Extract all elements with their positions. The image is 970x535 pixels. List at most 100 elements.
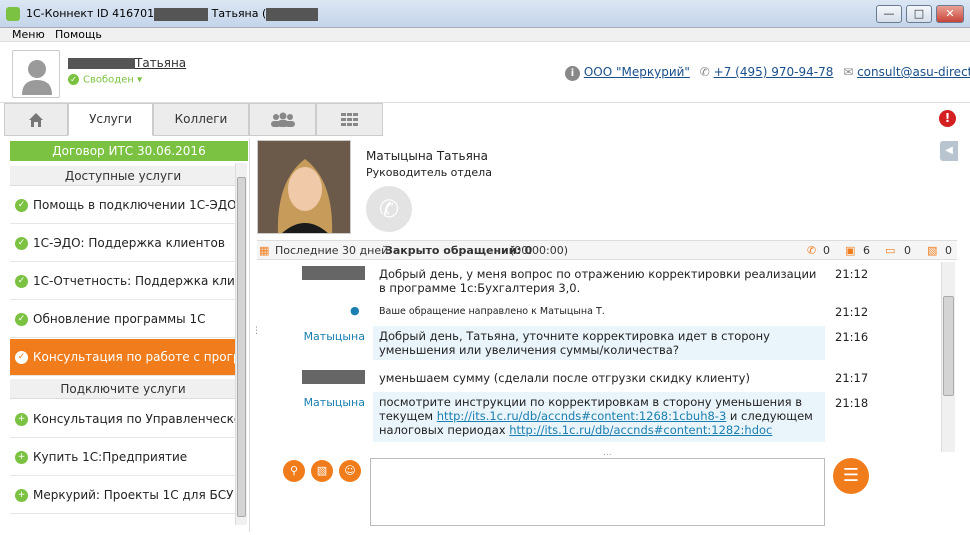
chat-icon: ▣ — [845, 244, 856, 257]
menu-bar: Меню Помощь — [0, 28, 970, 42]
service-label: 1С-ЭДО: Поддержка клиентов — [33, 236, 225, 250]
services-panel: Договор ИТС 30.06.2016 Доступные услуги … — [4, 138, 250, 532]
message-sender: Матыцына — [303, 330, 365, 343]
user-icon — [22, 60, 52, 95]
message-time: 21:12 — [835, 305, 869, 319]
save-icon: ▧ — [927, 244, 938, 257]
call-button[interactable]: ✆ — [366, 186, 412, 232]
operator-photo — [257, 140, 351, 234]
tab-apps[interactable] — [316, 103, 383, 136]
message-text: Ваше обращение направлено к Матыцына Т. — [379, 306, 605, 317]
message-input[interactable] — [370, 458, 825, 526]
stats-bar: ▦ Последние 30 дней Закрыто обращений: 0… — [257, 240, 957, 260]
home-icon — [29, 112, 43, 127]
status-selector[interactable]: ✓ Свободен ▾ — [68, 74, 142, 86]
redacted-sender — [302, 266, 365, 280]
menu-item-menu[interactable]: Меню — [12, 28, 45, 41]
contacts-row: i ООО "Меркурий" ✆ +7 (495) 970-94-78 ✉ … — [565, 65, 970, 81]
message-sender: Матыцына — [303, 396, 365, 409]
chat-panel: Матыцына Татьяна Руководитель отдела ✆ ◀… — [257, 138, 970, 532]
menu-item-help[interactable]: Помощь — [55, 28, 102, 41]
scrollbar-thumb[interactable] — [237, 177, 246, 517]
grid-icon — [340, 112, 358, 126]
stats-screen: 0 — [904, 244, 911, 257]
connect-service-item[interactable]: + Консультация по Управленческо — [10, 401, 236, 438]
services-scrollbar[interactable] — [235, 163, 247, 525]
check-icon: ✓ — [68, 74, 79, 85]
chat-message: Матыцына Добрый день, Татьяна, уточните … — [257, 326, 937, 362]
close-button[interactable]: ✕ — [936, 5, 964, 23]
chat-message: Матыцына посмотрите инструкции по коррек… — [257, 392, 937, 444]
window-title: 1С-Коннект ID 416701 Татьяна ( — [26, 7, 319, 21]
message-link[interactable]: http://its.1c.ru/db/accnds#content:1268:… — [437, 409, 727, 423]
search-icon[interactable]: ⚲ — [283, 460, 305, 482]
message-link[interactable]: http://its.1c.ru/db/accnds#content:1282:… — [509, 423, 772, 437]
message-text: посмотрите инструкции по корректировкам … — [373, 392, 825, 442]
phone-icon: ✆ — [807, 244, 817, 257]
service-item[interactable]: ✓ 1С-ЭДО: Поддержка клиентов — [10, 225, 236, 262]
resize-handle[interactable]: ... — [603, 448, 612, 458]
message-text: уменьшаем сумму (сделали после отгрузки … — [379, 371, 750, 385]
operator-photo-image — [258, 141, 350, 233]
info-icon: i — [565, 66, 580, 81]
user-name[interactable]: Татьяна — [135, 56, 186, 70]
service-label: Помощь в подключении 1С-ЭДО — [33, 198, 236, 212]
send-message-button[interactable]: ☰ — [833, 458, 869, 494]
plus-icon: + — [15, 413, 28, 426]
window-title-name: Татьяна — [211, 7, 259, 20]
service-item[interactable]: ✓ Обновление программы 1С — [10, 301, 236, 338]
user-header: Татьяна ✓ Свободен ▾ i ООО "Меркурий" ✆ +… — [0, 43, 970, 103]
company-link[interactable]: ООО "Меркурий" — [584, 65, 690, 79]
service-item[interactable]: ✓ Помощь в подключении 1С-ЭДО — [10, 187, 236, 224]
email-link[interactable]: consult@asu-direct.ru — [857, 65, 970, 79]
user-name-row: Татьяна — [68, 56, 186, 70]
phone-icon: ✆ — [699, 65, 710, 79]
avatar[interactable] — [12, 50, 60, 98]
alert-icon[interactable]: ! — [939, 110, 956, 127]
tab-services[interactable]: Услуги — [68, 103, 153, 136]
service-label: Консультация по Управленческо — [33, 412, 236, 426]
user-icon: ● — [350, 304, 360, 317]
chat-scrollbar[interactable] — [941, 262, 955, 452]
service-label: Обновление программы 1С — [33, 312, 206, 326]
tab-groups[interactable] — [249, 103, 316, 136]
collapse-panel-button[interactable]: ◀ — [940, 141, 958, 161]
message-time: 21:18 — [835, 396, 869, 410]
phone-link[interactable]: +7 (495) 970-94-78 — [714, 65, 834, 79]
stats-chats: 6 — [863, 244, 870, 257]
title-bar: 1С-Коннект ID 416701 Татьяна ( — □ ✕ — [0, 0, 970, 28]
service-item-selected[interactable]: ✓ Консультация по работе с прогр — [10, 339, 236, 376]
tab-colleagues[interactable]: Коллеги — [153, 103, 249, 136]
stats-period: Последние 30 дней — [275, 244, 389, 257]
connect-services-header: Подключите услуги — [10, 379, 236, 399]
message-text: Добрый день, у меня вопрос по отражению … — [379, 267, 817, 295]
redacted-block — [266, 7, 319, 21]
check-icon: ✓ — [15, 275, 28, 288]
message-time: 21:12 — [835, 267, 869, 281]
service-label: Меркурий: Проекты 1С для БСУ — [33, 488, 234, 502]
stats-time: (00:00:00) — [510, 244, 568, 257]
message-text: Добрый день, Татьяна, уточните корректир… — [373, 326, 825, 360]
connect-service-item[interactable]: + Купить 1С:Предприятие — [10, 439, 236, 476]
maximize-button[interactable]: □ — [906, 5, 932, 23]
stats-calls: 0 — [823, 244, 830, 257]
message-time: 21:16 — [835, 330, 869, 344]
group-icon — [270, 112, 295, 127]
app-icon — [6, 7, 20, 21]
smile-icon[interactable]: ☺ — [339, 460, 361, 482]
minimize-button[interactable]: — — [876, 5, 902, 23]
check-icon: ✓ — [15, 237, 28, 250]
service-item[interactable]: ✓ 1С-Отчетность: Поддержка клиен — [10, 263, 236, 300]
check-icon: ✓ — [15, 199, 28, 212]
scrollbar-thumb[interactable] — [943, 296, 954, 396]
connect-service-item[interactable]: + Меркурий: Проекты 1С для БСУ — [10, 477, 236, 514]
service-label: Купить 1С:Предприятие — [33, 450, 188, 464]
save-icon[interactable]: ▧ — [311, 460, 333, 482]
tab-home[interactable] — [4, 103, 68, 136]
main-tabs: Услуги Коллеги ! — [4, 103, 970, 136]
service-label: Консультация по работе с прогр — [33, 350, 236, 364]
message-time: 21:17 — [835, 371, 869, 385]
stats-saved: 0 — [945, 244, 952, 257]
operator-role: Руководитель отдела — [366, 166, 492, 179]
calendar-icon: ▦ — [259, 244, 270, 257]
